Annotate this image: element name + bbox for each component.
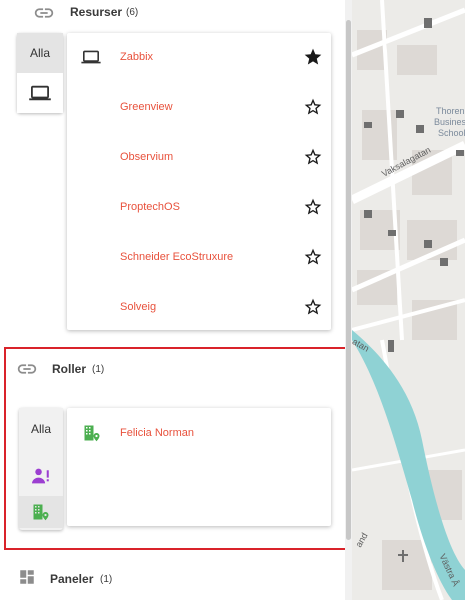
resource-row[interactable]: Solveig	[67, 283, 331, 333]
star-filled-icon[interactable]	[303, 47, 323, 67]
scrollbar-thumb[interactable]	[346, 20, 351, 540]
map-label-line-2: Busines	[434, 117, 465, 127]
star-outline-icon[interactable]	[303, 147, 323, 167]
side-panel: Resurser (6) Alla Zabbix Greenview Obser…	[0, 0, 352, 600]
map-label-line-1: Thoren	[436, 106, 465, 116]
highlight-frame	[4, 347, 350, 550]
filter-tab-all-label: Alla	[29, 46, 50, 60]
laptop-icon	[29, 85, 51, 101]
section-title: Paneler	[50, 572, 94, 586]
resource-row[interactable]: ProptechOS	[67, 183, 331, 233]
section-count: (1)	[100, 574, 113, 585]
star-outline-icon[interactable]	[303, 297, 323, 317]
resource-name[interactable]: ProptechOS	[120, 201, 180, 213]
resource-filter-tabs: Alla	[17, 33, 63, 113]
section-header-resurser[interactable]: Resurser (6)	[0, 0, 340, 24]
filter-tab-all[interactable]: Alla	[17, 33, 63, 73]
section-count: (6)	[126, 7, 139, 18]
section-header-paneler[interactable]: Paneler (1)	[0, 566, 340, 590]
dashboard-icon	[20, 570, 34, 584]
resource-name[interactable]: Greenview	[120, 101, 173, 113]
resource-name[interactable]: Solveig	[120, 301, 156, 313]
map-canvas	[352, 0, 465, 600]
resource-name[interactable]: Schneider EcoStruxure	[120, 251, 233, 263]
resource-row[interactable]: Schneider EcoStruxure	[67, 233, 331, 283]
panel-scrollbar[interactable]	[345, 0, 352, 600]
filter-tab-computers[interactable]	[17, 73, 63, 113]
resource-row[interactable]: Greenview	[67, 83, 331, 133]
resource-row[interactable]: Observium	[67, 133, 331, 183]
map-label-line-3: School	[438, 128, 465, 138]
star-outline-icon[interactable]	[303, 247, 323, 267]
resource-name[interactable]: Zabbix	[120, 51, 153, 63]
laptop-icon	[81, 50, 101, 64]
link-icon	[34, 8, 54, 18]
resource-list-card: Zabbix Greenview Observium ProptechOS Sc…	[67, 33, 331, 330]
map-view[interactable]: Thoren Busines School Vaksalagatan atan …	[352, 0, 465, 600]
section-title: Resurser	[70, 5, 123, 19]
resource-name[interactable]: Observium	[120, 151, 173, 163]
resource-row[interactable]: Zabbix	[67, 33, 331, 83]
star-outline-icon[interactable]	[303, 197, 323, 217]
star-outline-icon[interactable]	[303, 97, 323, 117]
